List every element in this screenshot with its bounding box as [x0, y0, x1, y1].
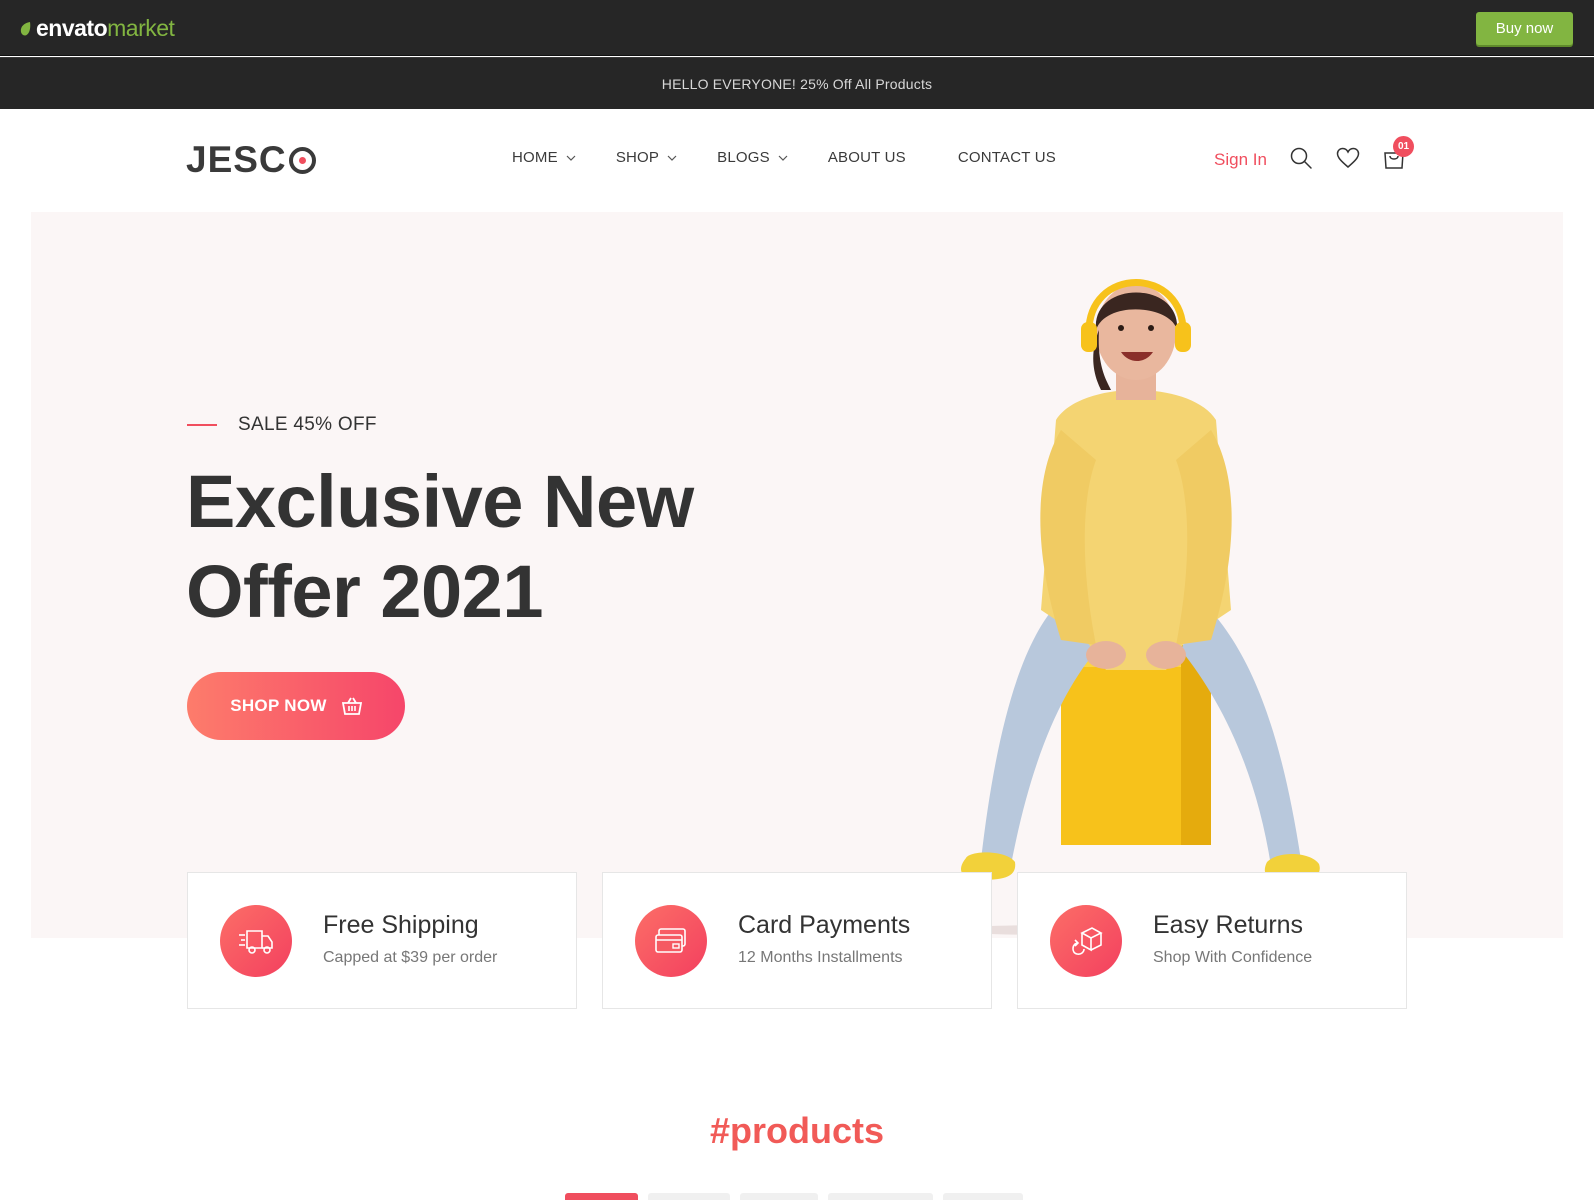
hero-banner: SALE 45% OFF Exclusive New Offer 2021 SH… — [31, 212, 1563, 938]
chevron-down-icon — [667, 155, 677, 161]
hero-title-line2: Offer 2021 — [186, 550, 543, 633]
announcement-text: HELLO EVERYONE! 25% Off All Products — [661, 75, 933, 92]
feature-card-free-shipping: Free Shipping Capped at $39 per order — [187, 872, 577, 1009]
nav-item-about-us[interactable]: ABOUT US — [828, 149, 906, 166]
feature-subtitle: Shop With Confidence — [1153, 949, 1313, 966]
cart-count-badge: 01 — [1393, 136, 1414, 157]
products-heading: #products — [709, 1110, 885, 1151]
sign-in-link[interactable]: Sign In — [1214, 150, 1267, 170]
site-logo[interactable]: JESC — [186, 139, 316, 181]
search-icon[interactable] — [1289, 146, 1313, 170]
nav-item-label: HOME — [512, 149, 558, 166]
feature-subtitle: 12 Months Installments — [738, 949, 903, 966]
announcement-bar: HELLO EVERYONE! 25% Off All Products — [0, 57, 1594, 109]
credit-card-icon — [635, 905, 707, 977]
nav-item-label: ABOUT US — [827, 149, 906, 166]
buy-now-button[interactable]: Buy now — [1476, 12, 1573, 45]
leaf-icon — [20, 21, 31, 35]
delivery-truck-icon — [220, 905, 292, 977]
hero-model-image — [931, 279, 1391, 936]
nav-item-blogs[interactable]: BLOGS — [717, 149, 788, 166]
feature-title: Card Payments — [738, 911, 911, 939]
nav-item-contact-us[interactable]: CONTACT US — [958, 149, 1056, 166]
envato-market-text: market — [107, 15, 175, 41]
product-tab[interactable] — [565, 1193, 638, 1200]
product-tab[interactable] — [648, 1193, 730, 1200]
logo-o-icon — [288, 146, 316, 174]
nav-item-label: SHOP — [615, 149, 660, 166]
feature-subtitle: Capped at $39 per order — [323, 949, 498, 966]
eyebrow-line — [187, 424, 217, 426]
site-logo-text: JESC — [186, 139, 287, 180]
feature-card-card-payments: Card Payments 12 Months Installments — [602, 872, 992, 1009]
hero-title-line1: Exclusive New — [186, 460, 694, 543]
return-box-icon — [1050, 905, 1122, 977]
basket-icon — [341, 697, 362, 715]
product-tab[interactable] — [828, 1193, 933, 1200]
chevron-down-icon — [566, 155, 576, 161]
feature-title: Easy Returns — [1153, 911, 1304, 939]
product-tab[interactable] — [740, 1193, 818, 1200]
heart-icon[interactable] — [1336, 146, 1360, 170]
nav-item-label: BLOGS — [717, 149, 770, 166]
feature-title: Free Shipping — [323, 911, 479, 939]
shop-now-button[interactable]: SHOP NOW — [187, 672, 405, 740]
nav-item-shop[interactable]: SHOP — [616, 149, 677, 166]
main-nav: HOME SHOP BLOGS ABOUT US CONTACT US — [512, 149, 1096, 166]
nav-item-home[interactable]: HOME — [512, 149, 576, 166]
envato-bar: envato market Buy now — [0, 0, 1594, 56]
feature-card-easy-returns: Easy Returns Shop With Confidence — [1017, 872, 1407, 1009]
product-tab[interactable] — [943, 1193, 1023, 1200]
product-tabs — [565, 1193, 1033, 1200]
site-header: JESC HOME SHOP BLOGS ABOUT US CONTACT US… — [0, 109, 1594, 213]
envato-brand-text: envato — [36, 15, 108, 41]
nav-item-label: CONTACT US — [957, 149, 1056, 166]
shop-now-label: SHOP NOW — [230, 696, 327, 715]
chevron-down-icon — [778, 155, 788, 161]
hero-title: Exclusive New Offer 2021 — [186, 457, 826, 637]
hero-eyebrow: SALE 45% OFF — [238, 414, 377, 435]
envato-logo[interactable]: envato market — [20, 15, 175, 42]
